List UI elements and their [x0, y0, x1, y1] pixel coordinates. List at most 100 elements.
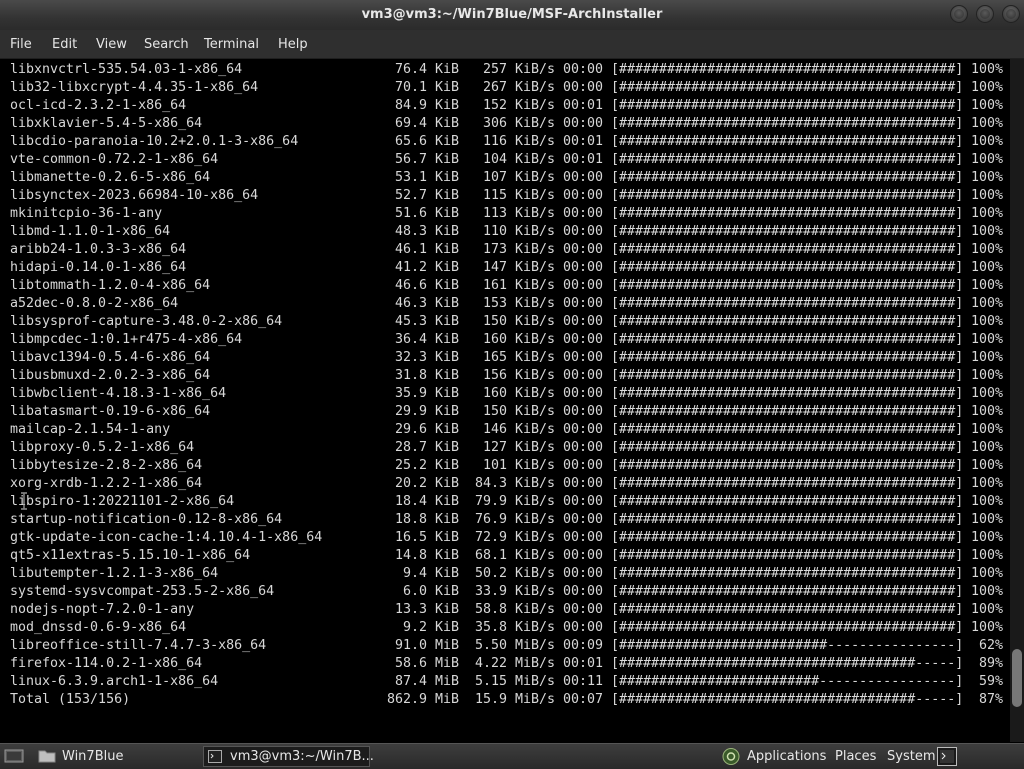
download-speed: 84.3: [475, 476, 508, 491]
download-speed-unit: KiB/s: [515, 350, 556, 365]
download-time: 00:00: [563, 404, 604, 419]
terminal-launcher-icon[interactable]: [937, 747, 957, 766]
progress-percent: 100%: [971, 80, 1004, 95]
menu-view[interactable]: View: [96, 37, 127, 52]
package-size: 51.6: [395, 206, 428, 221]
taskbar-task-label: vm3@vm3:~/Win7B...: [230, 749, 374, 764]
menu-edit[interactable]: Edit: [52, 37, 77, 52]
download-time: 00:00: [563, 422, 604, 437]
package-name: libxnvctrl-535.54.03-1-x86_64: [10, 62, 243, 77]
package-size-unit: KiB: [435, 152, 460, 167]
package-size: 65.6: [395, 134, 428, 149]
download-time: 00:00: [563, 296, 604, 311]
progress-percent: 100%: [971, 512, 1004, 527]
maximize-button[interactable]: [976, 5, 994, 23]
show-desktop-icon[interactable]: [4, 748, 24, 764]
package-name: Total (153/156): [10, 692, 131, 707]
package-size-unit: KiB: [435, 332, 460, 347]
download-speed: 152: [483, 98, 508, 113]
folder-icon[interactable]: [38, 748, 56, 764]
download-speed-unit: KiB/s: [515, 188, 556, 203]
download-row: libspiro-1:20221101-2-x86_64 18.4 KiB 79.9 K…: [0, 493, 1010, 511]
applications-menu[interactable]: Applications: [747, 749, 826, 764]
package-size: 16.5: [395, 530, 428, 545]
download-time: 00:00: [563, 188, 604, 203]
system-menu[interactable]: System: [887, 749, 935, 764]
download-time: 00:07: [563, 692, 604, 707]
package-size: 18.4: [395, 494, 428, 509]
minimize-button[interactable]: [950, 5, 968, 23]
download-time: 00:00: [563, 260, 604, 275]
menu-help[interactable]: Help: [278, 37, 308, 52]
progress-percent: 100%: [971, 242, 1004, 257]
download-time: 00:00: [563, 494, 604, 509]
progress-bar: [#######################################…: [611, 368, 964, 383]
download-time: 00:09: [563, 638, 604, 653]
package-name: libreoffice-still-7.4.7-3-x86_64: [10, 638, 267, 653]
window-titlebar[interactable]: vm3@vm3:~/Win7Blue/MSF-ArchInstaller: [0, 0, 1024, 30]
download-speed-unit: KiB/s: [515, 332, 556, 347]
package-size-unit: KiB: [435, 206, 460, 221]
package-size: 20.2: [395, 476, 428, 491]
download-speed: 153: [483, 296, 508, 311]
download-row: libutempter-1.2.1-3-x86_64 9.4 KiB 50.2 KiB/…: [0, 565, 1010, 583]
download-time: 00:00: [563, 206, 604, 221]
package-name: gtk-update-icon-cache-1:4.10.4-1-x86_64: [10, 530, 323, 545]
download-speed-unit: KiB/s: [515, 458, 556, 473]
menu-search[interactable]: Search: [144, 37, 189, 52]
taskbar-terminal-task[interactable]: vm3@vm3:~/Win7B...: [203, 746, 374, 767]
menu-terminal[interactable]: Terminal: [204, 37, 259, 52]
download-speed: 107: [483, 170, 508, 185]
package-name: libmd-1.1.0-1-x86_64: [10, 224, 171, 239]
menu-bar: File Edit View Search Terminal Help: [0, 30, 1024, 59]
terminal-output[interactable]: libxnvctrl-535.54.03-1-x86_64 76.4 KiB 257 K…: [0, 59, 1010, 742]
progress-percent: 62%: [979, 638, 1004, 653]
progress-bar: [#######################################…: [611, 116, 964, 131]
menu-file[interactable]: File: [10, 37, 32, 52]
download-time: 00:00: [563, 386, 604, 401]
text-cursor-icon: [21, 492, 27, 510]
places-menu[interactable]: Places: [835, 749, 876, 764]
download-row: startup-notification-0.12-8-x86_64 18.8 Ki…: [0, 511, 1010, 529]
close-button[interactable]: [1002, 5, 1020, 23]
download-speed-unit: KiB/s: [515, 404, 556, 419]
download-time: 00:00: [563, 512, 604, 527]
package-name: libxklavier-5.4-5-x86_64: [10, 116, 203, 131]
taskbar-desktop-label[interactable]: Win7Blue: [62, 749, 123, 764]
progress-percent: 100%: [971, 386, 1004, 401]
download-row: libatasmart-0.19-6-x86_64 29.9 KiB 150 KiB/s…: [0, 403, 1010, 421]
package-size-unit: MiB: [435, 638, 460, 653]
package-name: lib32-libxcrypt-4.4.35-1-x86_64: [10, 80, 259, 95]
download-speed: 165: [483, 350, 508, 365]
download-row: libwbclient-4.18.3-1-x86_64 35.9 KiB 160 KiB…: [0, 385, 1010, 403]
progress-percent: 100%: [971, 152, 1004, 167]
progress-bar: [#######################################…: [611, 152, 964, 167]
package-size: 9.4: [403, 566, 428, 581]
taskbar: Win7Blue vm3@vm3:~/Win7B... Applications…: [0, 743, 1024, 769]
terminal-scrollbar[interactable]: [1010, 59, 1024, 742]
download-speed-unit: KiB/s: [515, 206, 556, 221]
package-name: ocl-icd-2.3.2-1-x86_64: [10, 98, 187, 113]
download-speed-unit: KiB/s: [515, 440, 556, 455]
progress-percent: 100%: [971, 548, 1004, 563]
package-size-unit: KiB: [435, 386, 460, 401]
package-size: 48.3: [395, 224, 428, 239]
package-size-unit: KiB: [435, 116, 460, 131]
download-speed-unit: KiB/s: [515, 566, 556, 581]
progress-percent: 100%: [971, 260, 1004, 275]
package-size-unit: KiB: [435, 494, 460, 509]
download-speed-unit: KiB/s: [515, 548, 556, 563]
progress-bar: [#######################################…: [611, 458, 964, 473]
package-name: libusbmuxd-2.0.2-3-x86_64: [10, 368, 211, 383]
scrollbar-thumb[interactable]: [1012, 649, 1022, 707]
download-time: 00:00: [563, 368, 604, 383]
progress-bar: [#######################################…: [611, 440, 964, 455]
progress-bar: [#######################################…: [611, 296, 964, 311]
progress-bar: [#######################################…: [611, 188, 964, 203]
download-speed: 160: [483, 332, 508, 347]
progress-bar: [#########################--------------…: [611, 674, 964, 689]
applications-menu-icon[interactable]: [721, 747, 741, 766]
progress-bar: [#######################################…: [611, 62, 964, 77]
download-speed-unit: KiB/s: [515, 170, 556, 185]
package-size: 13.3: [395, 602, 428, 617]
